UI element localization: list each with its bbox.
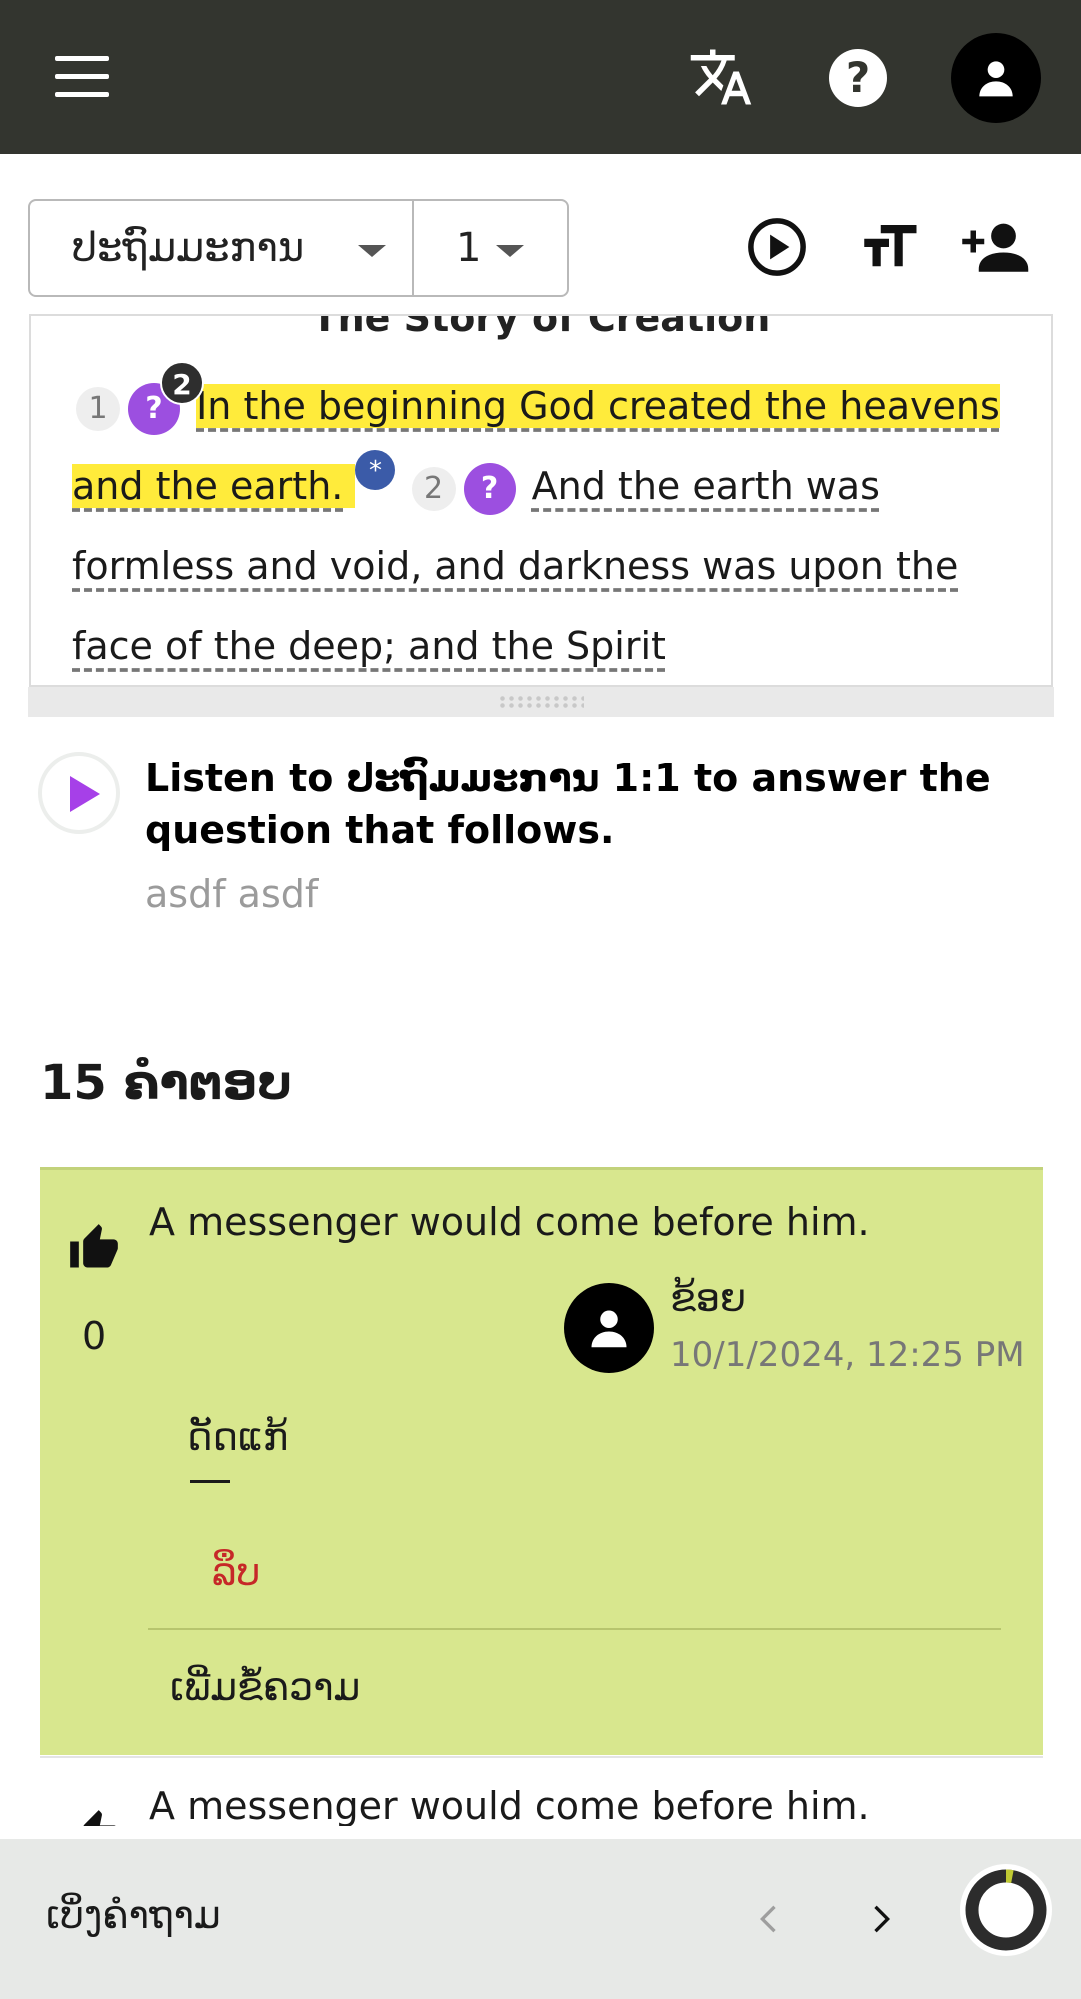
chevron-left-icon[interactable]	[750, 1899, 790, 1939]
account-icon[interactable]	[951, 33, 1041, 123]
add-comment-button[interactable]: ເພີ່ມຂໍ້ຄວາມ	[170, 1665, 360, 1709]
help-icon[interactable]: ?	[829, 49, 887, 107]
text-size-icon[interactable]	[856, 214, 922, 280]
scripture-text: 1? 2 In the beginning God created the hea…	[72, 360, 1032, 685]
footnote-marker[interactable]: *	[355, 450, 396, 490]
play-icon	[70, 776, 100, 812]
delete-button[interactable]: ລຶບ	[212, 1550, 260, 1594]
question-marker[interactable]: ? 2	[128, 360, 204, 435]
play-audio-button[interactable]	[38, 752, 120, 834]
divider	[148, 1628, 1001, 1630]
question-icon: ?	[145, 390, 163, 426]
vote-count: 0	[82, 1314, 107, 1358]
answer-timestamp: 10/1/2024, 12:25 PM	[670, 1335, 1025, 1375]
answer-card: A messenger would come before him.	[40, 1756, 1043, 1826]
question-subtitle: asdf asdf	[145, 872, 319, 916]
add-person-icon[interactable]	[962, 214, 1034, 280]
chapter-select[interactable]: 1	[412, 199, 569, 297]
book-select[interactable]: ປະຖົມມະການ	[28, 199, 414, 297]
avatar	[564, 1283, 654, 1373]
author-name: ຂ້ອຍ	[670, 1276, 747, 1320]
panel-resize-handle[interactable]	[28, 687, 1054, 717]
chevron-right-icon[interactable]	[860, 1899, 900, 1939]
separator	[190, 1480, 230, 1483]
verse-number: 2	[411, 466, 456, 511]
drag-grip-icon	[498, 695, 584, 709]
chevron-down-icon	[358, 245, 386, 257]
progress-ring	[958, 1862, 1054, 1958]
question-prompt: Listen to ປະຖົມມະການ 1:1 to answer the q…	[145, 756, 991, 852]
answer-text: A messenger would come before him.	[149, 1200, 870, 1244]
book-select-label: ປະຖົມມະການ	[72, 225, 305, 271]
bottom-bar: ເບິ່ງຄຳຖາມ	[0, 1839, 1081, 1999]
section-heading: The Story of Creation	[311, 314, 771, 340]
verse-number: 1	[76, 386, 120, 431]
play-circle-icon[interactable]	[744, 214, 810, 280]
question-count-badge: 2	[160, 360, 204, 405]
answer-text: A messenger would come before him.	[149, 1784, 870, 1826]
chapter-select-label: 1	[456, 225, 482, 271]
question-icon: ?	[480, 470, 499, 506]
thumbs-up-icon[interactable]	[68, 1808, 120, 1826]
chevron-down-icon	[496, 245, 524, 257]
thumbs-up-icon[interactable]	[68, 1222, 120, 1274]
answers-count-heading: 15 ຄຳຕອບ	[40, 1055, 293, 1111]
view-question-button[interactable]: ເບິ່ງຄຳຖາມ	[46, 1893, 221, 1937]
translate-icon[interactable]	[688, 44, 754, 110]
app-bar: ?	[0, 0, 1081, 154]
answer-card: A messenger would come before him. 0 ຂ້ອ…	[40, 1167, 1043, 1755]
edit-button[interactable]: ດັດແກ້	[187, 1415, 288, 1459]
menu-icon[interactable]	[55, 56, 109, 98]
question-marker[interactable]: ?	[463, 462, 516, 515]
scripture-panel[interactable]: The Story of Creation 1? 2 In the beginni…	[29, 314, 1053, 687]
